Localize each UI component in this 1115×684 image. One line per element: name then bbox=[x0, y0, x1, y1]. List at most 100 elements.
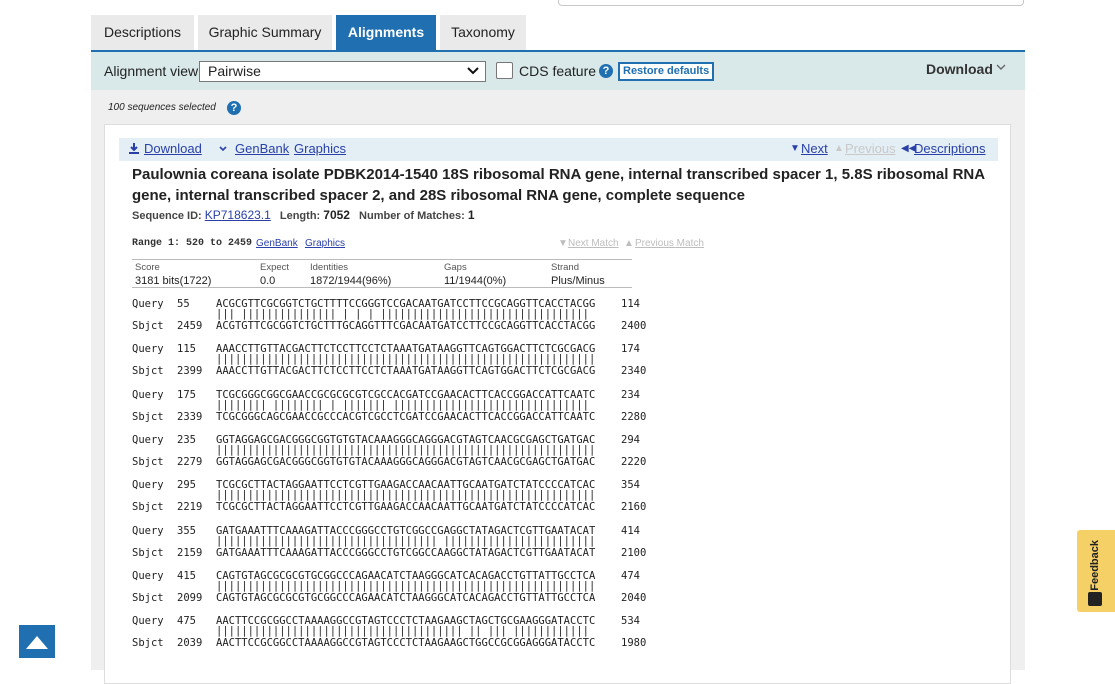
gaps-header: Gaps bbox=[444, 262, 467, 273]
match-bars: ||||||||||||||||||||||||||||||||||||||||… bbox=[216, 353, 596, 366]
end-position: 414 bbox=[621, 524, 640, 537]
end-position: 2220 bbox=[621, 455, 647, 468]
caret-up-icon bbox=[26, 636, 48, 649]
download-menu[interactable]: Download bbox=[926, 61, 993, 77]
start-position: 2219 bbox=[177, 501, 203, 514]
range-graphics-link[interactable]: Graphics bbox=[305, 238, 345, 249]
end-position: 114 bbox=[621, 298, 640, 310]
end-position: 2280 bbox=[621, 410, 647, 423]
alignment-view-select[interactable]: Pairwise bbox=[199, 61, 486, 82]
end-position: 294 bbox=[621, 433, 640, 446]
match-bars: ||| ||||||||||||||| | | | ||||||||||||||… bbox=[216, 308, 589, 320]
start-position: 2159 bbox=[177, 546, 203, 559]
sequence-id-label: Sequence ID: bbox=[132, 210, 202, 222]
start-position: 55 bbox=[177, 298, 190, 310]
help-icon[interactable]: ? bbox=[227, 101, 241, 115]
end-position: 2160 bbox=[621, 501, 647, 514]
strand-header: Strand bbox=[551, 262, 579, 273]
alignment-block: Query 415 CAGTGTAGCGCGCGTGCGGCCCAGAACATCTA… bbox=[132, 570, 652, 610]
range-label: Range 1: 520 to 2459 bbox=[132, 238, 253, 249]
next-match-link[interactable]: Next Match bbox=[568, 238, 619, 249]
genbank-link[interactable]: GenBank bbox=[235, 141, 289, 156]
graphics-link[interactable]: Graphics bbox=[294, 141, 346, 156]
help-icon[interactable]: ? bbox=[599, 64, 613, 78]
sequence-text: GGTAGGAGCGACGGGCGGTGTGTACAAAGGGCAGGGACGT… bbox=[216, 455, 596, 468]
query-label: Query bbox=[132, 569, 164, 582]
chevron-down-icon bbox=[996, 64, 1006, 70]
length-label: Length: bbox=[279, 210, 321, 222]
query-label: Query bbox=[132, 524, 164, 537]
sbjct-label: Sbjct bbox=[132, 365, 164, 378]
cds-feature-label: CDS feature bbox=[519, 63, 597, 79]
matches-value: 1 bbox=[467, 208, 475, 222]
end-position: 354 bbox=[621, 479, 640, 492]
alignment-block: Query 355 GATGAAATTTCAAAGATTACCCGGGCCTGTCG… bbox=[132, 525, 652, 565]
previous-match-link[interactable]: Previous Match bbox=[635, 238, 704, 249]
alignment-block: Query 235 GGTAGGAGCGACGGGCGGTGTGTACAAAGGGC… bbox=[132, 434, 652, 474]
end-position: 2040 bbox=[621, 591, 647, 604]
query-label: Query bbox=[132, 343, 164, 356]
match-bars: ||||||||||||||||||||||||||||||||||||||| … bbox=[216, 625, 589, 638]
previous-match-arrow-icon: ▲ bbox=[624, 238, 634, 249]
sequence-text: AAACCTTGTTACGACTTCTCCTTCCTCTAAATGATAAGGT… bbox=[216, 365, 596, 378]
score-value: 3181 bits(1722) bbox=[135, 275, 212, 287]
start-position: 175 bbox=[177, 388, 196, 401]
sequence-text: AACTTCCGCGGCCTAAAAGGCCGTAGTCCCTCTAAGAAGC… bbox=[216, 637, 596, 650]
sbjct-label: Sbjct bbox=[132, 546, 164, 559]
end-position: 474 bbox=[621, 569, 640, 582]
alignment-block: Query 115 AAACCTTGTTACGACTTCTCCTTCCTCTAAAT… bbox=[132, 343, 652, 383]
sequence-meta: Sequence ID: KP718623.1 Length: 7052 Num… bbox=[132, 208, 475, 222]
tab-alignments[interactable]: Alignments bbox=[336, 15, 436, 51]
query-label: Query bbox=[132, 298, 164, 310]
previous-link[interactable]: Previous bbox=[845, 141, 896, 156]
sbjct-label: Sbjct bbox=[132, 637, 164, 650]
alignment-stats-table: Score Expect Identities Gaps Strand 3181… bbox=[132, 259, 632, 288]
match-bars: ||||||||||||||||||||||||||||||||||||||||… bbox=[216, 489, 596, 502]
restore-defaults-button[interactable]: Restore defaults bbox=[618, 62, 715, 81]
score-header: Score bbox=[135, 262, 160, 273]
feedback-button[interactable]: Feedback bbox=[1077, 530, 1115, 612]
sequence-text: ACGTGTTCGCGGTCTGCTTTGCAGGTTTCGACAATGATCC… bbox=[216, 320, 596, 332]
sequence-title: Paulownia coreana isolate PDBK2014-1540 … bbox=[132, 166, 985, 204]
gaps-value: 11/1944(0%) bbox=[444, 275, 507, 287]
scroll-to-top-button[interactable] bbox=[19, 625, 55, 658]
tab-taxonomy[interactable]: Taxonomy bbox=[440, 15, 526, 51]
cds-feature-checkbox[interactable] bbox=[496, 62, 513, 79]
tab-graphic-summary[interactable]: Graphic Summary bbox=[198, 15, 332, 51]
matches-label: Number of Matches: bbox=[359, 210, 465, 222]
alignment-view-value: Pairwise bbox=[208, 63, 261, 79]
expect-value: 0.0 bbox=[260, 275, 276, 287]
sequence-id-link[interactable]: KP718623.1 bbox=[205, 208, 271, 222]
match-bars: ||||||||||||||||||||||||||||||||||||||||… bbox=[216, 443, 596, 456]
start-position: 2099 bbox=[177, 591, 203, 604]
next-link[interactable]: Next bbox=[801, 141, 828, 156]
sbjct-label: Sbjct bbox=[132, 410, 164, 423]
strand-value: Plus/Minus bbox=[551, 275, 605, 287]
result-download-link[interactable]: Download bbox=[144, 141, 202, 156]
end-position: 234 bbox=[621, 388, 640, 401]
descriptions-link[interactable]: Descriptions bbox=[914, 141, 986, 156]
alignment-view-label: Alignment view bbox=[104, 63, 199, 79]
alignment-result-card: Download GenBank Graphics ▼ Next ▲ Previ… bbox=[104, 124, 1011, 684]
start-position: 475 bbox=[177, 615, 196, 628]
sequence-text: CAGTGTAGCGCGCGTGCGGCCCAGAACATCTAAGGGCATC… bbox=[216, 591, 596, 604]
previous-arrow-icon: ▲ bbox=[834, 143, 844, 154]
result-actions-bar: Download GenBank Graphics ▼ Next ▲ Previ… bbox=[119, 138, 998, 161]
end-position: 2400 bbox=[621, 320, 647, 332]
start-position: 355 bbox=[177, 524, 196, 537]
tab-descriptions[interactable]: Descriptions bbox=[91, 15, 194, 51]
start-position: 2339 bbox=[177, 410, 203, 423]
sequence-text: GATGAAATTTCAAAGATTACCCGGGCCTGTCGGCCAAGGC… bbox=[216, 546, 596, 559]
feedback-label: Feedback bbox=[1089, 540, 1101, 591]
search-box-edge bbox=[558, 0, 1024, 6]
start-position: 415 bbox=[177, 569, 196, 582]
next-match-arrow-icon: ▼ bbox=[558, 238, 568, 249]
query-label: Query bbox=[132, 615, 164, 628]
query-label: Query bbox=[132, 388, 164, 401]
expect-header: Expect bbox=[260, 262, 290, 273]
start-position: 115 bbox=[177, 343, 196, 356]
chevron-down-icon bbox=[219, 146, 227, 152]
start-position: 2399 bbox=[177, 365, 203, 378]
sbjct-label: Sbjct bbox=[132, 320, 164, 332]
range-genbank-link[interactable]: GenBank bbox=[256, 238, 298, 249]
